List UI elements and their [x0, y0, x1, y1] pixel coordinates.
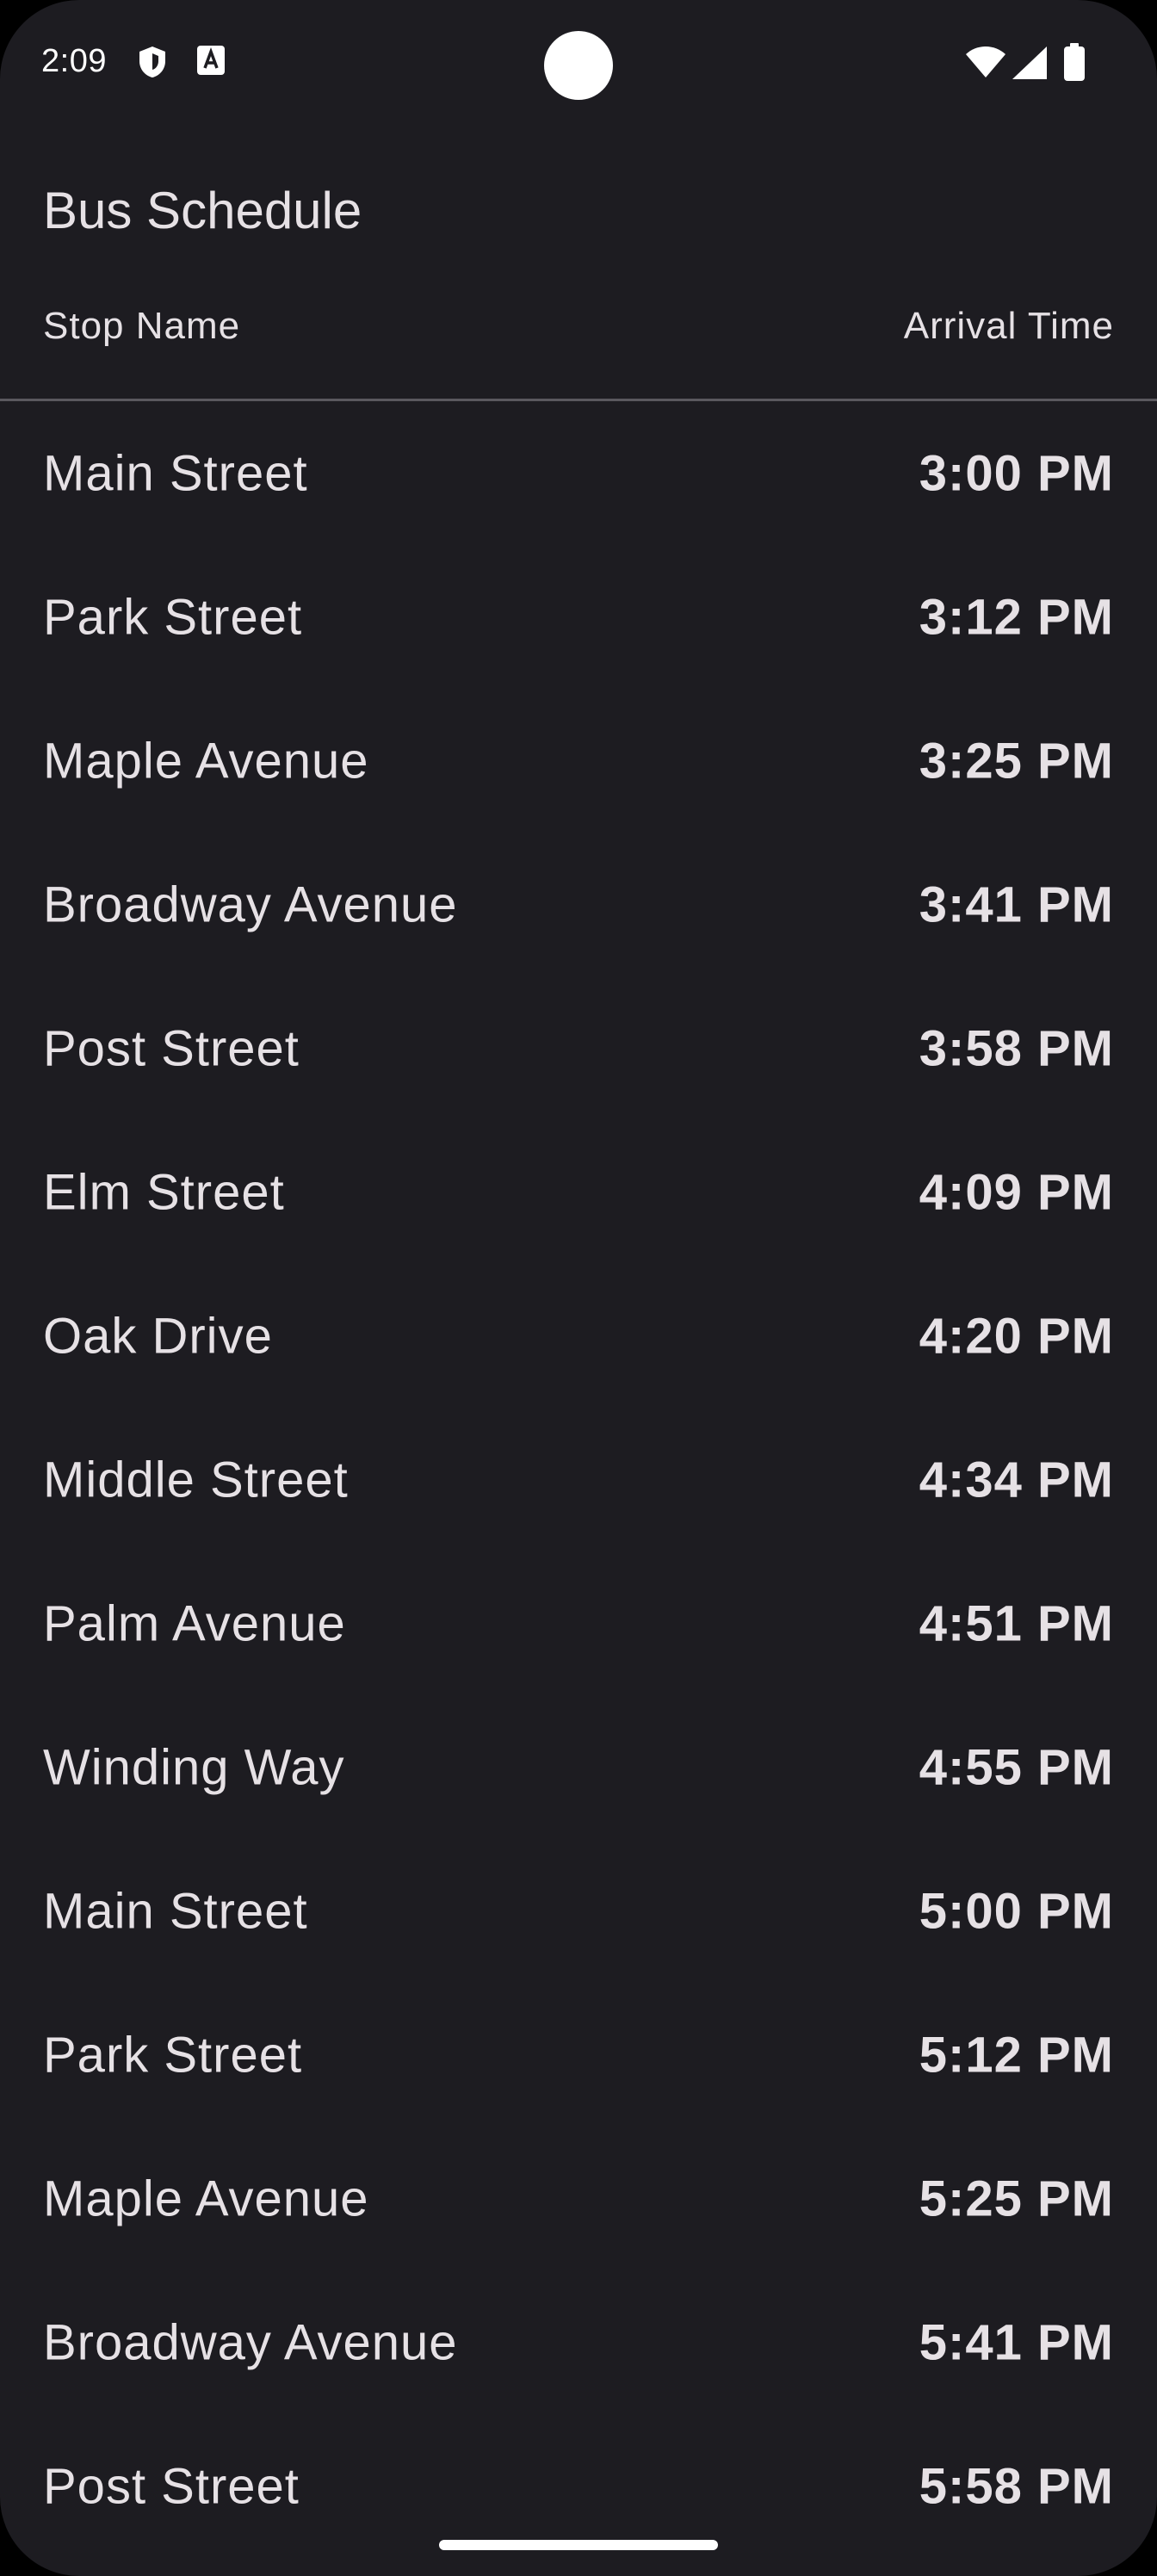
- arrival-time: 5:25 PM: [919, 2170, 1114, 2226]
- schedule-row: Palm Avenue 4:51 PM: [0, 1551, 1157, 1695]
- schedule-row: Oak Drive 4:20 PM: [0, 1264, 1157, 1408]
- arrival-time: 3:25 PM: [919, 733, 1114, 789]
- stop-name: Elm Street: [43, 1164, 285, 1220]
- schedule-row: Middle Street 4:34 PM: [0, 1408, 1157, 1551]
- stop-name: Broadway Avenue: [43, 876, 458, 932]
- phone-screen: 2:09 Bus Schedule Stop Name Arrival Time…: [0, 0, 1157, 2576]
- arrival-time: 4:55 PM: [919, 1739, 1114, 1795]
- arrival-time: 4:51 PM: [919, 1595, 1114, 1651]
- status-time: 2:09: [41, 43, 107, 79]
- arrival-time: 5:41 PM: [919, 2314, 1114, 2370]
- stop-name: Post Street: [43, 1020, 300, 1076]
- schedule-row: Park Street 3:12 PM: [0, 545, 1157, 689]
- stop-name: Oak Drive: [43, 1308, 273, 1364]
- stop-name: Park Street: [43, 589, 303, 645]
- shield-icon: [138, 45, 167, 84]
- column-header-arrival-time: Arrival Time: [903, 305, 1114, 347]
- page-title: Bus Schedule: [43, 182, 362, 239]
- schedule-row: Post Street 3:58 PM: [0, 976, 1157, 1120]
- schedule-row: Post Street 5:58 PM: [0, 2414, 1157, 2558]
- arrival-time: 3:41 PM: [919, 876, 1114, 932]
- battery-icon: [1064, 43, 1085, 85]
- stop-name: Maple Avenue: [43, 733, 369, 789]
- arrival-time: 3:58 PM: [919, 1020, 1114, 1076]
- stop-name: Maple Avenue: [43, 2170, 369, 2226]
- stop-name: Main Street: [43, 445, 308, 501]
- arrival-time: 4:34 PM: [919, 1452, 1114, 1508]
- schedule-row: Maple Avenue 3:25 PM: [0, 689, 1157, 833]
- schedule-row: Broadway Avenue 5:41 PM: [0, 2270, 1157, 2414]
- wifi-icon: [966, 46, 1005, 82]
- schedule-list[interactable]: Main Street 3:00 PM Park Street 3:12 PM …: [0, 401, 1157, 2558]
- arrival-time: 5:00 PM: [919, 1883, 1114, 1939]
- arrival-time: 5:58 PM: [919, 2458, 1114, 2514]
- schedule-row: Park Street 5:12 PM: [0, 1983, 1157, 2127]
- schedule-row: Main Street 3:00 PM: [0, 401, 1157, 545]
- signal-icon: [1012, 46, 1047, 84]
- schedule-row: Elm Street 4:09 PM: [0, 1120, 1157, 1264]
- stop-name: Post Street: [43, 2458, 300, 2514]
- home-indicator[interactable]: [439, 2540, 718, 2550]
- schedule-row: Maple Avenue 5:25 PM: [0, 2127, 1157, 2270]
- arrival-time: 4:09 PM: [919, 1164, 1114, 1220]
- schedule-row: Main Street 5:00 PM: [0, 1839, 1157, 1983]
- stop-name: Palm Avenue: [43, 1595, 346, 1651]
- stop-name: Middle Street: [43, 1452, 349, 1508]
- stop-name: Winding Way: [43, 1739, 345, 1795]
- status-bar: 2:09: [0, 0, 1157, 129]
- arrival-time: 4:20 PM: [919, 1308, 1114, 1364]
- schedule-row: Winding Way 4:55 PM: [0, 1695, 1157, 1839]
- stop-name: Park Street: [43, 2027, 303, 2083]
- column-header-stop-name: Stop Name: [43, 305, 241, 347]
- schedule-row: Broadway Avenue 3:41 PM: [0, 833, 1157, 976]
- a-icon: [196, 45, 226, 80]
- arrival-time: 3:12 PM: [919, 589, 1114, 645]
- stop-name: Broadway Avenue: [43, 2314, 458, 2370]
- arrival-time: 5:12 PM: [919, 2027, 1114, 2083]
- arrival-time: 3:00 PM: [919, 445, 1114, 501]
- stop-name: Main Street: [43, 1883, 308, 1939]
- front-camera: [544, 31, 613, 100]
